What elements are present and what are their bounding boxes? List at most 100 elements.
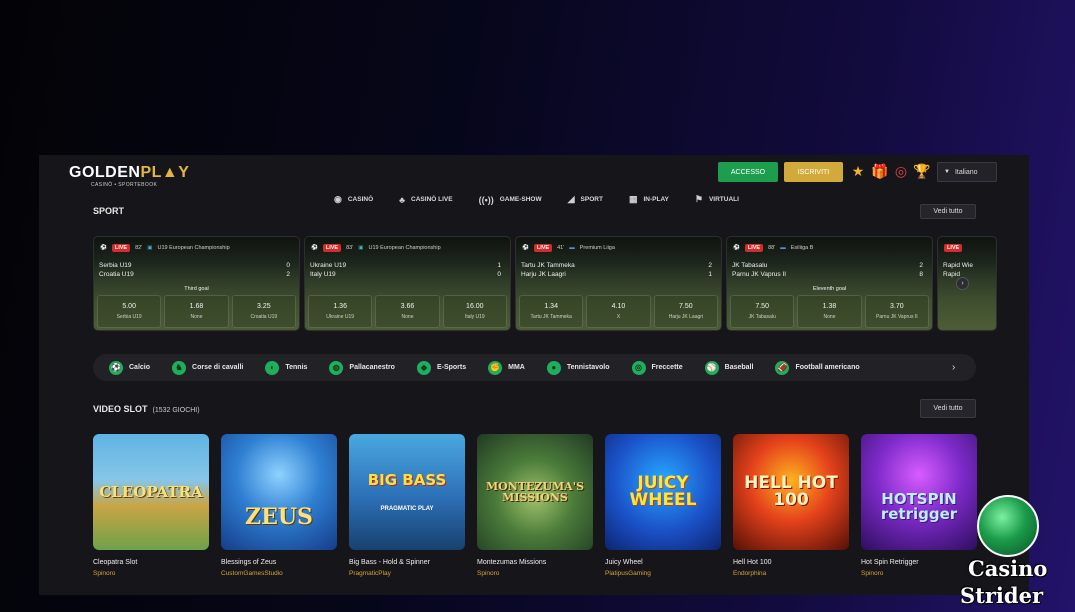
game-thumbnail[interactable]: ZEUS — [221, 434, 337, 550]
nav-casino-live[interactable]: ♣ CASINÒ LIVE — [399, 194, 452, 205]
soccer-icon: ⚽ — [109, 360, 123, 375]
odd-button[interactable]: 1.36 Ukraine U19 — [308, 295, 373, 328]
live-badge: LIVE — [322, 244, 342, 252]
odd-button[interactable]: 7.50 JK Tabasalu — [730, 295, 795, 328]
soccer-ball-icon: ⚽ — [733, 245, 740, 251]
home-team: Ukraine U19 — [310, 262, 347, 269]
game-name: Juicy Wheel — [605, 559, 643, 566]
odd-button[interactable]: 5.00 Serbia U19 — [97, 295, 162, 328]
category-pallacanestro[interactable]: ◍ Pallacanestro — [329, 360, 395, 375]
game-thumbnail[interactable]: HELL HOT 100 — [733, 434, 849, 550]
away-score: 1 — [708, 271, 712, 278]
odd-button[interactable]: 3.66 None — [375, 295, 440, 328]
odd-value: 16.00 — [466, 303, 484, 310]
league-name: Premium Liiga — [579, 245, 615, 251]
register-button[interactable]: ISCRIVITI — [784, 162, 843, 182]
nav-virtuali[interactable]: ⚑ VIRTUALI — [695, 194, 739, 205]
odd-button[interactable]: 3.25 Croatia U19 — [231, 295, 296, 328]
game-thumbnail[interactable]: HOTSPIN retrigger — [861, 434, 977, 550]
sport-see-all-button[interactable]: Vedi tutto — [920, 204, 976, 219]
pingpong-icon: ● — [546, 360, 561, 375]
game-card-cleopatra[interactable]: CLEOPATRA Cleopatra Slot Spinoro — [93, 434, 209, 577]
odd-button[interactable]: 16.00 Italy U19 — [442, 295, 507, 328]
nav-game-show[interactable]: ((•)) GAME-SHOW — [479, 194, 542, 205]
logo-tagline: CASINÒ • SPORTEBOOK — [91, 182, 158, 188]
odd-button[interactable]: 4.10 X — [586, 295, 651, 328]
language-select[interactable]: ▼ Italiano — [937, 162, 997, 182]
login-button[interactable]: ACCESSO — [718, 162, 778, 182]
video-slot-title: VIDEO SLOT (1532 GIOCHI) — [93, 404, 200, 414]
match-card[interactable]: ⚽ LIVE 88' ▬ Esiliiga B JK Tabasalu 2 Pa… — [726, 236, 933, 331]
odd-value: 7.50 — [679, 303, 693, 310]
nav-label: CASINÒ LIVE — [411, 196, 453, 203]
mma-icon: ✊ — [488, 360, 503, 375]
star-icon[interactable]: ★ — [849, 162, 867, 180]
chip-icon: ◉ — [334, 194, 342, 204]
category-next-arrow-icon[interactable]: › — [952, 362, 955, 373]
nav-casino[interactable]: ◉ CASINÒ — [334, 194, 373, 205]
slots-see-all-button[interactable]: Vedi tutto — [920, 399, 976, 418]
category-label: Freccette — [651, 364, 683, 371]
category-corse-di-cavalli[interactable]: ♞ Corse di cavalli — [172, 360, 243, 375]
match-header: ⚽ LIVE 82' ▣ U19 European Championship — [100, 244, 230, 252]
game-art-title: CLEOPATRA — [99, 482, 203, 501]
nav-sport[interactable]: ◢ SPORT — [568, 194, 603, 205]
game-card-big-bass[interactable]: BIG BASS PRAGMATIC PLAY Big Bass - Hold … — [349, 434, 465, 577]
odd-button[interactable]: 3.70 Parnu JK Vaprus II — [864, 295, 929, 328]
game-thumbnail[interactable]: BIG BASS PRAGMATIC PLAY — [349, 434, 465, 550]
odd-button[interactable]: 1.38 None — [797, 295, 862, 328]
away-team: Rapid — [943, 271, 960, 278]
odd-button[interactable]: 1.34 Tartu JK Tammeka — [519, 295, 584, 328]
game-thumbnail[interactable]: MONTEZUMA'S MISSIONS — [477, 434, 593, 550]
odd-button[interactable]: 1.68 None — [164, 295, 229, 328]
category-football-americano[interactable]: 🏈 Football americano — [775, 360, 860, 375]
pragmatic-play-brand: PRAGMATIC PLAY — [380, 505, 434, 512]
away-score: 8 — [919, 271, 923, 278]
away-team: Parnu JK Vaprus II — [732, 271, 787, 278]
game-thumbnail[interactable]: CLEOPATRA — [93, 434, 209, 550]
home-team: JK Tabasalu — [732, 262, 768, 269]
casino-window: GOLDENPL▲Y CASINÒ • SPORTEBOOK ACCESSO I… — [39, 155, 1029, 595]
goldenplay-logo[interactable]: GOLDENPL▲Y CASINÒ • SPORTEBOOK — [69, 164, 189, 188]
away-team: Italy U19 — [310, 271, 336, 278]
category-calcio[interactable]: ⚽ Calcio — [109, 360, 150, 375]
baseball-icon: ⚾ — [704, 360, 719, 375]
game-card-zeus[interactable]: ZEUS Blessings of Zeus CustomGamesStudio — [221, 434, 337, 577]
nav-in-play[interactable]: ▦ IN-PLAY — [629, 194, 669, 205]
game-card-juicy-wheel[interactable]: JUICY WHEEL Juicy Wheel PlatipusGaming — [605, 434, 721, 577]
odd-value: 1.36 — [333, 303, 347, 310]
category-baseball[interactable]: ⚾ Baseball — [704, 360, 753, 375]
estonia-flag-icon: ▬ — [780, 245, 786, 251]
game-card-hot-spin[interactable]: HOTSPIN retrigger Hot Spin Retrigger Spi… — [861, 434, 977, 577]
game-card-hell-hot[interactable]: HELL HOT 100 Hell Hot 100 Endorphina — [733, 434, 849, 577]
darts-icon: ◎ — [631, 360, 646, 375]
trophy-icon[interactable]: 🏆 — [913, 162, 931, 180]
category-tennistavolo[interactable]: ● Tennistavolo — [546, 360, 610, 375]
odd-label: Tartu JK Tammeka — [530, 314, 572, 320]
league-name: U19 European Championship — [368, 245, 441, 251]
soccer-ball-icon: ⚽ — [311, 245, 318, 251]
category-freccette[interactable]: ◎ Freccette — [631, 360, 683, 375]
match-card[interactable]: ⚽ LIVE 82' ▣ U19 European Championship S… — [93, 236, 300, 331]
match-card[interactable]: ⚽ LIVE 41' ▬ Premium Liiga Tartu JK Tamm… — [515, 236, 722, 331]
odd-label: JK Tabasalu — [748, 314, 776, 320]
away-score: 0 — [497, 271, 501, 278]
carousel-next-button[interactable]: › — [956, 277, 969, 290]
category-tennis[interactable]: ◐ Tennis — [265, 360, 307, 375]
esports-icon: ◆ — [416, 360, 431, 375]
live-badge: LIVE — [533, 244, 553, 252]
away-team: Harju JK Laagri — [521, 271, 566, 278]
logo-triangle-icon: ▲ — [161, 164, 179, 181]
match-card[interactable]: ⚽ LIVE 83' ▣ U19 European Championship U… — [304, 236, 511, 331]
target-icon[interactable]: ◎ — [892, 162, 910, 180]
gift-icon[interactable]: 🎁 — [871, 162, 889, 180]
category-e-sports[interactable]: ◆ E-Sports — [416, 360, 466, 375]
game-card-montezuma[interactable]: MONTEZUMA'S MISSIONS Montezumas Missions… — [477, 434, 593, 577]
category-mma[interactable]: ✊ MMA — [488, 360, 525, 375]
game-thumbnail[interactable]: JUICY WHEEL — [605, 434, 721, 550]
league-name: U19 European Championship — [157, 245, 230, 251]
home-team: Tartu JK Tammeka — [521, 262, 575, 269]
odd-button[interactable]: 7.50 Harju JK Laagri — [653, 295, 718, 328]
game-name: Hell Hot 100 — [733, 559, 772, 566]
game-name: Montezumas Missions — [477, 559, 547, 566]
